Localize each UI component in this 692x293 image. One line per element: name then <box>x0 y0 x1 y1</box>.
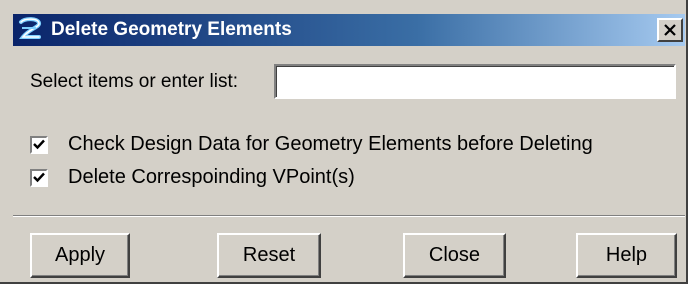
delete-vpoint-label: Delete Correspoinding VPoint(s) <box>68 166 355 188</box>
apply-button[interactable]: Apply <box>30 233 130 278</box>
help-button[interactable]: Help <box>576 233 677 278</box>
checkmark-icon <box>33 139 45 150</box>
delete-vpoint-checkbox[interactable] <box>30 168 48 187</box>
reset-button[interactable]: Reset <box>217 233 321 278</box>
window-title: Delete Geometry Elements <box>51 19 292 40</box>
close-icon <box>664 24 676 36</box>
check-design-data-label: Check Design Data for Geometry Elements … <box>68 133 593 155</box>
delete-geometry-dialog: Delete Geometry Elements Select items or… <box>0 0 688 284</box>
select-items-input[interactable] <box>274 64 676 99</box>
check-design-data-row[interactable]: Check Design Data for Geometry Elements … <box>30 133 593 156</box>
checkmark-icon <box>33 172 45 183</box>
select-items-label: Select items or enter list: <box>30 71 239 92</box>
app-logo-icon <box>18 17 41 39</box>
close-window-button[interactable] <box>657 18 683 42</box>
delete-vpoint-row[interactable]: Delete Correspoinding VPoint(s) <box>30 166 355 189</box>
close-button[interactable]: Close <box>403 233 506 278</box>
check-design-data-checkbox[interactable] <box>30 135 48 154</box>
title-bar[interactable]: Delete Geometry Elements <box>13 14 685 46</box>
separator <box>13 215 685 217</box>
